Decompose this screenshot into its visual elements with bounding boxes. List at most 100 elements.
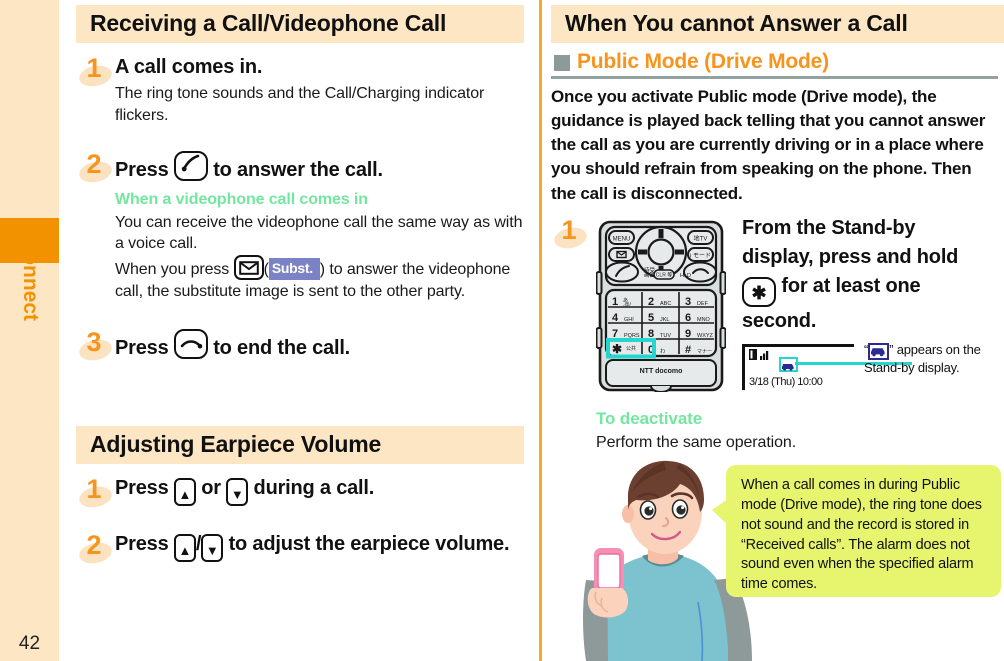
square-bullet-icon — [554, 55, 570, 71]
step-number-text: 1 — [561, 214, 577, 245]
step-number-badge: 1 — [552, 214, 589, 252]
step-volume-1: 1 Press ▲ or ▼ during a call. — [73, 474, 523, 510]
deactivate-block: To deactivate Perform the same operation… — [596, 409, 1004, 454]
svg-text:9: 9 — [685, 328, 691, 340]
body-prefix: When you press — [115, 261, 230, 278]
step-number-text: 2 — [86, 529, 102, 560]
svg-text:JKL: JKL — [660, 317, 669, 323]
right-column: When You cannot Answer a Call Public Mod… — [546, 0, 1004, 661]
step-title: Press to end the call. — [115, 328, 523, 361]
chapter-tab-strip: Connect 42 — [0, 0, 59, 661]
svg-text:マナー: マナー — [697, 349, 712, 355]
step-title-suffix: to answer the call. — [213, 158, 383, 181]
step-title-suffix: during a call. — [253, 476, 375, 499]
up-key-icon: ▲ — [173, 533, 196, 562]
step-title-prefix: Press — [115, 476, 169, 499]
triangle-down-glyph: ▼ — [230, 486, 244, 502]
chapter-tab-label: Connect — [19, 237, 42, 321]
step-title-line4: second. — [742, 309, 817, 332]
standby-display-mockup: 3/18 (Thu) 10:00 — [742, 343, 854, 390]
svg-text:WXYZ: WXYZ — [697, 333, 714, 339]
step-number-text: 3 — [86, 326, 102, 357]
step-volume-2: 2 Press ▲ / ▼ to adjust the earpiece volum… — [73, 530, 523, 566]
step-title: A call comes in. — [115, 56, 263, 78]
note-text: When a call comes in during Public mode … — [741, 477, 982, 593]
page-number: 42 — [18, 633, 41, 654]
phone-keypad-illustration: MENU 地TV i モード 待受 画面 CLR 等 HLD 1 あ .@/ 2… — [595, 220, 727, 393]
svg-text:.@/: .@/ — [623, 302, 631, 308]
svg-text:MNO: MNO — [697, 317, 711, 323]
svg-text:2: 2 — [648, 296, 654, 308]
step-title-line1: From the Stand-by — [742, 216, 916, 239]
svg-text:わ: わ — [660, 348, 666, 355]
step-title-prefix: Press — [115, 336, 169, 359]
step-public-mode-1: 1 MENU 地TV i モード 待受 画面 CLR 等 HLD 1 あ .@/… — [546, 214, 1004, 414]
step-number-badge: 2 — [77, 148, 114, 186]
svg-text:ABC: ABC — [660, 301, 671, 307]
svg-text:GHI: GHI — [624, 317, 634, 323]
end-call-key-icon — [173, 328, 208, 359]
section-heading-earpiece-volume: Adjusting Earpiece Volume — [76, 425, 524, 464]
triangle-down-glyph: ▼ — [205, 542, 219, 558]
step-body-line1: You can receive the videophone call the … — [115, 213, 523, 253]
step-title: Press ▲ or ▼ during a call. — [115, 476, 523, 506]
step-public-mode-text: From the Stand-by display, press and hol… — [742, 214, 1000, 336]
step-receiving-3: 3 Press to end the call. — [73, 326, 523, 364]
step-receiving-2: 2 Press to answer the call. When a video… — [73, 148, 523, 303]
step-number-badge: 3 — [77, 326, 114, 364]
standby-icon-caption: “ ” appears on the Stand-by display. — [864, 342, 1004, 377]
manual-page: Connect 42 Receiving a Call/Videophone C… — [0, 0, 1004, 661]
up-key-icon: ▲ — [173, 477, 196, 506]
svg-text:4: 4 — [612, 312, 619, 324]
step-title: Press to answer the call. — [115, 150, 523, 183]
step-number-badge: 2 — [77, 529, 114, 567]
down-key-icon: ▼ — [201, 533, 224, 562]
svg-text:公共: 公共 — [626, 345, 636, 352]
svg-text:#: # — [685, 344, 691, 356]
step-title-mid: or — [201, 476, 221, 499]
call-key-icon — [173, 150, 208, 181]
step-title-line2: display, press and hold — [742, 245, 959, 268]
subst-softkey-label: Subst. — [268, 258, 320, 281]
step-receiving-1: 1 A call comes in. The ring tone sounds … — [73, 53, 523, 127]
step-title-prefix: Press — [115, 158, 169, 181]
step-title-suffix: to adjust the earpiece volume. — [228, 532, 510, 555]
mail-key-icon — [233, 255, 264, 280]
svg-text:1: 1 — [612, 296, 618, 308]
column-divider — [539, 0, 542, 661]
step-title: Press ▲ / ▼ to adjust the earpiece volume. — [115, 532, 523, 562]
note-speech-bubble: When a call comes in during Public mode … — [712, 465, 1001, 597]
svg-text:NTT docomo: NTT docomo — [640, 368, 683, 375]
step-title-prefix: Press — [115, 532, 169, 555]
svg-text:CLR 等: CLR 等 — [656, 271, 672, 278]
triangle-up-glyph: ▲ — [178, 542, 192, 558]
svg-text:MENU: MENU — [613, 236, 631, 242]
svg-text:TUV: TUV — [660, 333, 671, 339]
step-number-text: 1 — [86, 473, 102, 504]
asterisk-key-icon: ✱ — [742, 276, 776, 307]
triangle-up-glyph: ▲ — [178, 486, 192, 502]
step-title-line3: for at least one — [781, 274, 921, 297]
svg-text:6: 6 — [685, 312, 691, 324]
step-title-suffix: to end the call. — [213, 336, 351, 359]
svg-text:地TV: 地TV — [694, 234, 708, 242]
deactivate-body: Perform the same operation. — [596, 433, 797, 451]
step-number-text: 2 — [86, 148, 102, 179]
svg-text:HLD: HLD — [680, 273, 691, 279]
public-mode-intro-text: Once you activate Public mode (Drive mod… — [551, 87, 986, 203]
left-column: Receiving a Call/Videophone Call 1 A cal… — [59, 0, 537, 566]
svg-text:DEF: DEF — [697, 301, 709, 307]
standby-date-time: 3/18 (Thu) 10:00 — [749, 375, 823, 388]
step-body: The ring tone sounds and the Call/Chargi… — [115, 85, 485, 124]
down-key-icon: ▼ — [226, 477, 249, 506]
section-heading-cannot-answer: When You cannot Answer a Call — [551, 5, 1004, 43]
drive-mode-car-icon — [868, 342, 890, 360]
svg-text:3: 3 — [685, 296, 691, 308]
step-number-badge: 1 — [77, 473, 114, 511]
step-number-text: 1 — [86, 53, 102, 83]
svg-text:i モード: i モード — [690, 252, 711, 259]
asterisk-glyph: ✱ — [751, 282, 767, 303]
subtopic-videophone-heading: When a videophone call comes in — [115, 190, 368, 208]
signal-battery-icons — [749, 348, 775, 362]
subsection-title: Public Mode (Drive Mode) — [577, 50, 829, 73]
